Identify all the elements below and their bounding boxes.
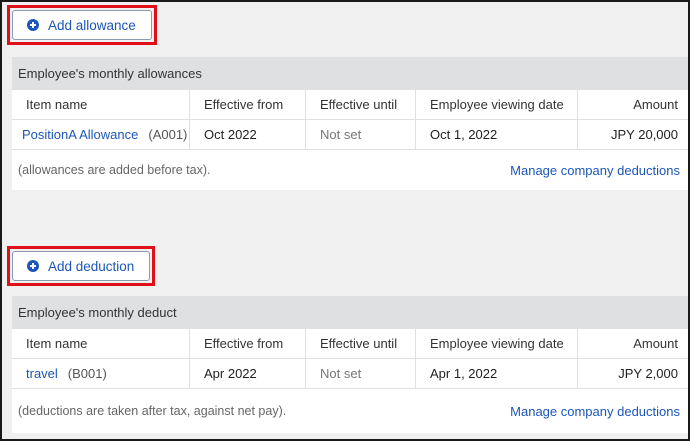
column-header-effective-from: Effective from: [190, 329, 306, 358]
deductions-panel: Employee's monthly deduct Item name Effe…: [12, 296, 688, 433]
table-row: travel (B001) Apr 2022 Not set Apr 1, 20…: [12, 359, 688, 389]
item-code: (B001): [67, 366, 107, 381]
item-name-cell: PositionA Allowance (A001): [12, 120, 190, 149]
allowances-footer-note: (allowances are added before tax).: [18, 163, 211, 177]
column-header-viewing-date: Employee viewing date: [416, 90, 578, 119]
column-header-effective-from: Effective from: [190, 90, 306, 119]
allowances-header-row: Item name Effective from Effective until…: [12, 90, 688, 120]
deductions-footer-note: (deductions are taken after tax, against…: [18, 404, 287, 418]
column-header-viewing-date: Employee viewing date: [416, 329, 578, 358]
highlight-add-deduction: [7, 246, 155, 286]
column-header-amount: Amount: [633, 336, 678, 351]
amount-cell: JPY 2,000: [618, 366, 678, 381]
deductions-header-row: Item name Effective from Effective until…: [12, 329, 688, 359]
item-name-link[interactable]: travel: [26, 366, 58, 381]
allowances-footer: (allowances are added before tax). Manag…: [12, 150, 688, 190]
item-code: (A001): [148, 127, 188, 142]
effective-from-cell: Apr 2022: [190, 359, 306, 388]
item-name-cell: travel (B001): [12, 359, 190, 388]
allowances-panel-title: Employee's monthly allowances: [12, 57, 688, 90]
column-header-effective-until: Effective until: [306, 329, 416, 358]
column-header-item-name: Item name: [12, 90, 190, 119]
deductions-footer: (deductions are taken after tax, against…: [12, 389, 688, 433]
effective-from-cell: Oct 2022: [190, 120, 306, 149]
column-header-effective-until: Effective until: [306, 90, 416, 119]
table-row: PositionA Allowance (A001) Oct 2022 Not …: [12, 120, 688, 150]
viewing-date-cell: Oct 1, 2022: [416, 120, 578, 149]
effective-until-cell: Not set: [306, 359, 416, 388]
column-header-amount: Amount: [633, 97, 678, 112]
deductions-panel-title: Employee's monthly deduct: [12, 296, 688, 329]
manage-company-deductions-link[interactable]: Manage company deductions: [510, 404, 680, 419]
column-header-item-name: Item name: [12, 329, 190, 358]
viewing-date-cell: Apr 1, 2022: [416, 359, 578, 388]
manage-company-deductions-link[interactable]: Manage company deductions: [510, 163, 680, 178]
highlight-add-allowance: [7, 5, 157, 45]
effective-until-cell: Not set: [306, 120, 416, 149]
amount-cell: JPY 20,000: [611, 127, 678, 142]
item-name-link[interactable]: PositionA Allowance: [22, 127, 138, 142]
allowances-panel: Employee's monthly allowances Item name …: [12, 57, 688, 190]
